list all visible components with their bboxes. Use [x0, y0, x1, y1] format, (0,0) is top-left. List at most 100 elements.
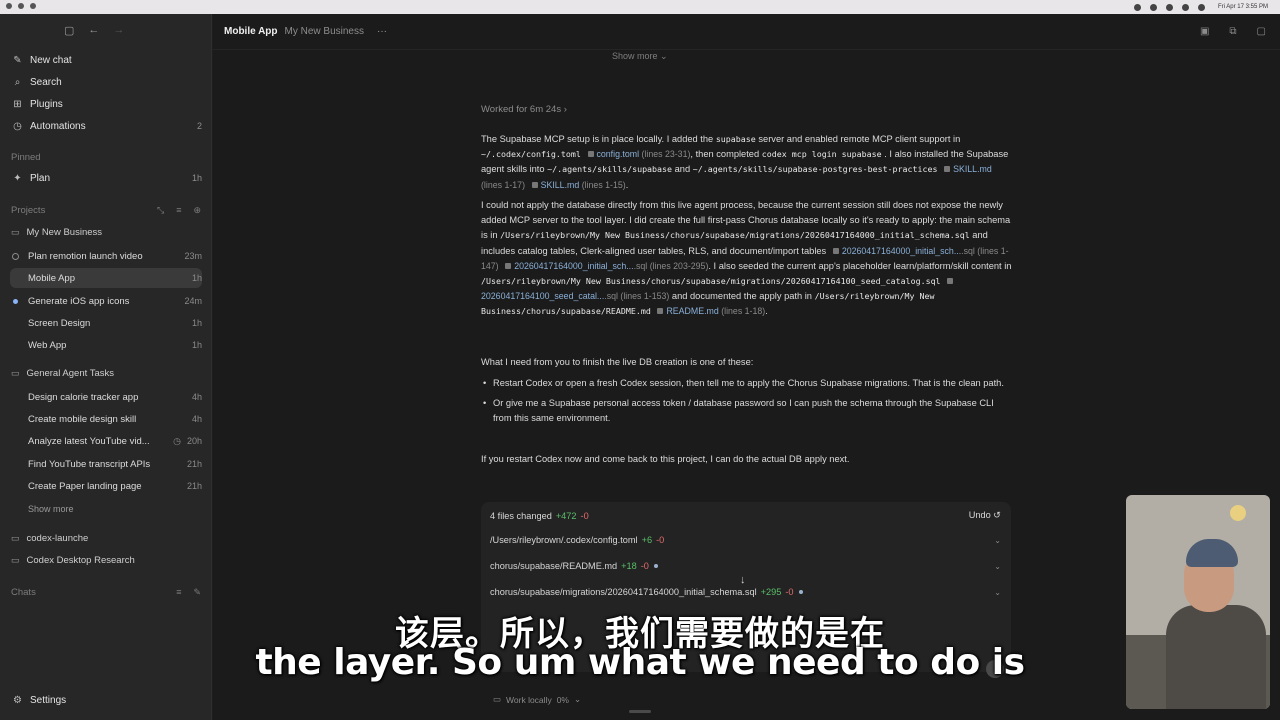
- file-reference-chip[interactable]: SKILL.md (lines 1-15): [528, 180, 626, 190]
- compose-icon[interactable]: ✎: [193, 587, 201, 598]
- unread-dot-icon: [13, 298, 18, 304]
- thread-item[interactable]: Create Paper landing page 21h: [28, 476, 202, 496]
- files-changed-summary: 4 files changed: [490, 510, 552, 521]
- thread-item[interactable]: Create mobile design skill 4h: [28, 409, 202, 429]
- project-folder-general-agent-tasks[interactable]: ▭ General Agent Tasks: [11, 363, 201, 383]
- menubar-icon[interactable]: [1149, 3, 1157, 11]
- file-removed: -0: [785, 587, 794, 597]
- show-more-label: Show more: [612, 51, 658, 61]
- page-title: Mobile App: [224, 26, 278, 37]
- thread-item[interactable]: Plan remotion launch video 23m: [12, 246, 202, 266]
- filter-icon[interactable]: ≡: [176, 587, 181, 598]
- chevron-down-icon[interactable]: ⌄: [994, 536, 1001, 545]
- thread-item[interactable]: Design calorie tracker app 4h: [28, 387, 202, 407]
- laptop-icon: ▭: [493, 694, 502, 704]
- file-added: +295: [760, 587, 782, 597]
- file-reference-chip[interactable]: config.toml (lines 23-31): [584, 149, 690, 159]
- project-folder-my-new-business[interactable]: ▭ My New Business: [11, 222, 201, 242]
- changed-file-row[interactable]: chorus/supabase/migrations/2026041716400…: [490, 582, 1001, 602]
- terminal-icon[interactable]: ▣: [1200, 26, 1209, 37]
- chip-lines: (lines 1-15): [581, 179, 626, 190]
- lines-added: +472: [555, 510, 577, 521]
- thread-label: Plan remotion launch video: [28, 250, 143, 262]
- menubar-icon[interactable]: [1133, 3, 1141, 11]
- work-mode-label: Work locally: [506, 694, 552, 705]
- thread-label: Web App: [28, 339, 67, 351]
- menubar-clock[interactable]: Fri Apr 17 3:55 PM: [1218, 4, 1268, 10]
- file-reference-chip[interactable]: README.md (lines 1-18): [653, 306, 765, 316]
- webcam-lamp: [1230, 505, 1246, 521]
- chip-lines: .sql (lines 1-153): [604, 291, 670, 302]
- changed-file-row[interactable]: /Users/rileybrown/.codex/config.toml +6 …: [490, 530, 1001, 550]
- search-button[interactable]: ⌕ Search: [12, 72, 202, 92]
- thread-time: 21h: [186, 481, 202, 491]
- project-name: General Agent Tasks: [26, 367, 115, 379]
- archive-icon[interactable]: ◷: [173, 436, 181, 446]
- message-paragraph-1: The Supabase MCP setup is in place local…: [481, 132, 1013, 193]
- chevron-down-icon[interactable]: ⌄: [994, 562, 1001, 571]
- filter-icon[interactable]: ≡: [176, 205, 181, 216]
- thread-item[interactable]: Find YouTube transcript APIs 21h: [28, 454, 202, 474]
- text: .: [625, 179, 629, 190]
- chats-actions: ≡ ✎: [176, 587, 201, 598]
- plugins-button[interactable]: ⊞ Plugins: [12, 94, 202, 114]
- chip-name: 20260417164000_initial_sch...: [514, 260, 634, 271]
- undo-icon: ↺: [993, 510, 1001, 520]
- new-chat-button[interactable]: ✎ New chat: [12, 50, 202, 70]
- thread-item-active[interactable]: Mobile App 1h: [10, 268, 202, 288]
- forward-arrow-icon[interactable]: →: [113, 24, 124, 37]
- menubar-icon[interactable]: [1165, 3, 1173, 11]
- show-more-link[interactable]: Show more: [28, 499, 202, 519]
- text: , then completed: [690, 149, 760, 160]
- composer-footer[interactable]: ▭ Work locally 0% ⌄: [493, 694, 581, 705]
- automations-button[interactable]: ◷ Automations 2: [12, 116, 202, 136]
- wifi-icon[interactable]: [1181, 3, 1189, 11]
- project-folder-codex-desktop-research[interactable]: ▭ Codex Desktop Research: [11, 550, 201, 570]
- modified-dot-icon: [653, 564, 658, 568]
- thread-time: 21h: [186, 459, 202, 469]
- worked-for-toggle[interactable]: Worked for 6m 24s ›: [481, 104, 567, 115]
- text: .: [765, 306, 768, 317]
- diff-panel-icon[interactable]: ⧉: [1229, 26, 1236, 37]
- thread-label: Create Paper landing page: [28, 480, 142, 492]
- thread-time: 23m: [184, 251, 202, 261]
- battery-icon[interactable]: [1197, 3, 1205, 11]
- resize-handle[interactable]: [629, 710, 651, 713]
- settings-button[interactable]: ⚙ Settings: [12, 690, 202, 710]
- options-list: Restart Codex or open a fresh Codex sess…: [481, 376, 1013, 432]
- new-folder-icon[interactable]: ⊕: [193, 205, 201, 216]
- context-percent: 0%: [556, 694, 569, 705]
- back-arrow-icon[interactable]: ←: [88, 24, 99, 37]
- project-folder-codex-launche[interactable]: ▭ codex-launche: [11, 528, 201, 548]
- file-icon: [832, 247, 839, 254]
- nav-label: Search: [30, 76, 62, 88]
- chevron-down-icon: ⌄: [660, 51, 668, 61]
- collapse-icon[interactable]: ⤡: [157, 205, 164, 216]
- thread-item[interactable]: Screen Design 1h: [28, 313, 202, 333]
- file-reference-chip[interactable]: 20260417164000_initial_sch....sql (lines…: [501, 261, 708, 271]
- sidebar-right-icon[interactable]: ▢: [1257, 26, 1266, 37]
- show-more-button[interactable]: Show more ⌄: [612, 51, 668, 62]
- more-options-icon[interactable]: ···: [377, 26, 387, 37]
- thread-item[interactable]: Generate iOS app icons 24m: [13, 291, 202, 311]
- close-window-icon[interactable]: [6, 3, 12, 9]
- message-paragraph-2: I could not apply the database directly …: [481, 198, 1013, 320]
- file-path: chorus/supabase/README.md: [490, 561, 618, 571]
- undo-button[interactable]: Undo ↺: [969, 510, 1001, 521]
- thread-item[interactable]: Web App 1h: [28, 335, 202, 355]
- project-breadcrumb[interactable]: My New Business: [285, 26, 364, 37]
- chevron-down-icon[interactable]: ⌄: [994, 588, 1001, 597]
- minimize-window-icon[interactable]: [18, 3, 24, 9]
- scroll-to-bottom-icon[interactable]: ↓: [740, 574, 746, 586]
- toggle-sidebar-icon[interactable]: ▢: [64, 24, 74, 37]
- message-paragraph-4: If you restart Codex now and come back t…: [481, 454, 850, 464]
- zoom-window-icon[interactable]: [30, 3, 36, 9]
- folder-icon: ▭: [11, 554, 20, 565]
- thread-item[interactable]: Analyze latest YouTube vid... ◷ 20h: [28, 431, 202, 451]
- menubar: Fri Apr 17 3:55 PM: [0, 0, 1280, 14]
- thread-time-value: 20h: [186, 435, 202, 446]
- thread-label: Design calorie tracker app: [28, 391, 139, 403]
- files-changed-header: 4 files changed +472 -0 Undo ↺: [490, 510, 1001, 521]
- changed-file-row[interactable]: chorus/supabase/README.md +18 -0 ⌄: [490, 556, 1001, 576]
- pinned-item-plan[interactable]: ✦ Plan 1h: [12, 168, 202, 188]
